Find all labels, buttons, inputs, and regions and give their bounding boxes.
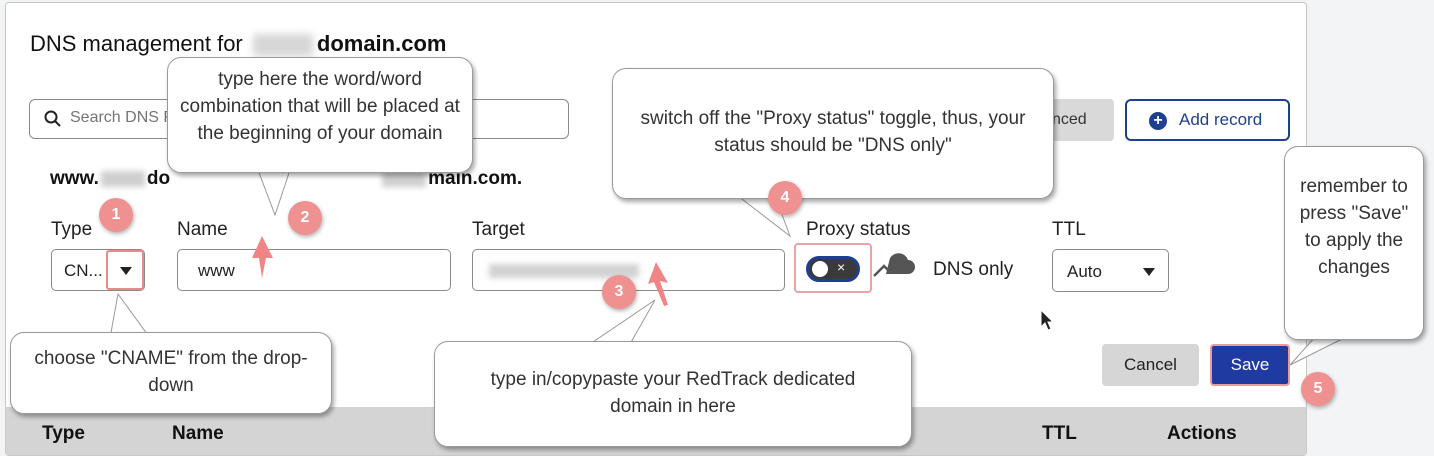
- cloud-off-icon: [873, 253, 915, 277]
- step-badge-2: 2: [288, 201, 322, 235]
- name-input-value: www: [198, 261, 235, 280]
- hostname-blur-2: [382, 170, 427, 187]
- page-title: DNS management for domain.com: [30, 31, 446, 57]
- save-button[interactable]: Save: [1210, 344, 1290, 386]
- search-icon: [44, 110, 61, 127]
- cancel-button[interactable]: Cancel: [1102, 344, 1199, 386]
- callout-type: choose "CNAME" from the drop-down: [10, 332, 332, 414]
- ttl-chevron-down-icon: [1143, 268, 1155, 276]
- add-record-label: Add record: [1179, 110, 1263, 129]
- toggle-x-icon: ×: [837, 259, 846, 275]
- hostname-mid: do: [146, 168, 171, 189]
- advanced-button[interactable]: nced: [1052, 99, 1114, 141]
- type-dropdown-toggle[interactable]: [106, 250, 144, 290]
- th-actions: Actions: [1167, 423, 1237, 444]
- target-label: Target: [472, 219, 525, 240]
- step-badge-5: 5: [1301, 372, 1335, 406]
- type-label: Type: [51, 219, 93, 240]
- type-select-value: CN...: [64, 261, 103, 280]
- cancel-label: Cancel: [1124, 355, 1177, 374]
- blurred-domain: [252, 34, 313, 57]
- callout-save: remember to press "Save" to apply the ch…: [1284, 146, 1424, 340]
- th-ttl: TTL: [1042, 423, 1077, 444]
- dns-only-text: DNS only: [933, 259, 1014, 280]
- proxy-toggle-highlight: ×: [794, 243, 872, 293]
- step-badge-4: 4: [768, 181, 802, 215]
- proxy-status-toggle[interactable]: ×: [806, 256, 860, 282]
- proxy-status-label: Proxy status: [806, 219, 911, 240]
- th-name: Name: [172, 423, 224, 444]
- ttl-select-value: Auto: [1067, 262, 1102, 281]
- title-domain: domain.com: [316, 31, 447, 56]
- plus-circle-icon: +: [1149, 112, 1167, 130]
- hostname-blur: [100, 170, 145, 187]
- name-label: Name: [177, 219, 228, 240]
- name-input[interactable]: www: [177, 249, 451, 291]
- th-type: Type: [42, 423, 85, 444]
- step-badge-3: 3: [602, 275, 636, 309]
- save-label: Save: [1230, 355, 1270, 374]
- callout-name: type here the word/word combination that…: [167, 57, 473, 173]
- type-select[interactable]: CN...: [51, 249, 145, 291]
- chevron-down-icon: [120, 267, 132, 275]
- callout-proxy: switch off the "Proxy status" toggle, th…: [612, 68, 1054, 199]
- toggle-knob: [812, 261, 828, 277]
- ttl-label: TTL: [1052, 219, 1086, 240]
- hostname-prefix: www.: [50, 168, 99, 189]
- step-badge-1: 1: [99, 198, 133, 232]
- mouse-cursor-icon: [1040, 309, 1055, 331]
- add-record-button[interactable]: + Add record: [1125, 99, 1290, 141]
- callout-target: type in/copypaste your RedTrack dedicate…: [434, 341, 912, 447]
- ttl-select[interactable]: Auto: [1052, 249, 1169, 292]
- title-prefix: DNS management for: [30, 31, 249, 56]
- advanced-label: nced: [1052, 111, 1087, 128]
